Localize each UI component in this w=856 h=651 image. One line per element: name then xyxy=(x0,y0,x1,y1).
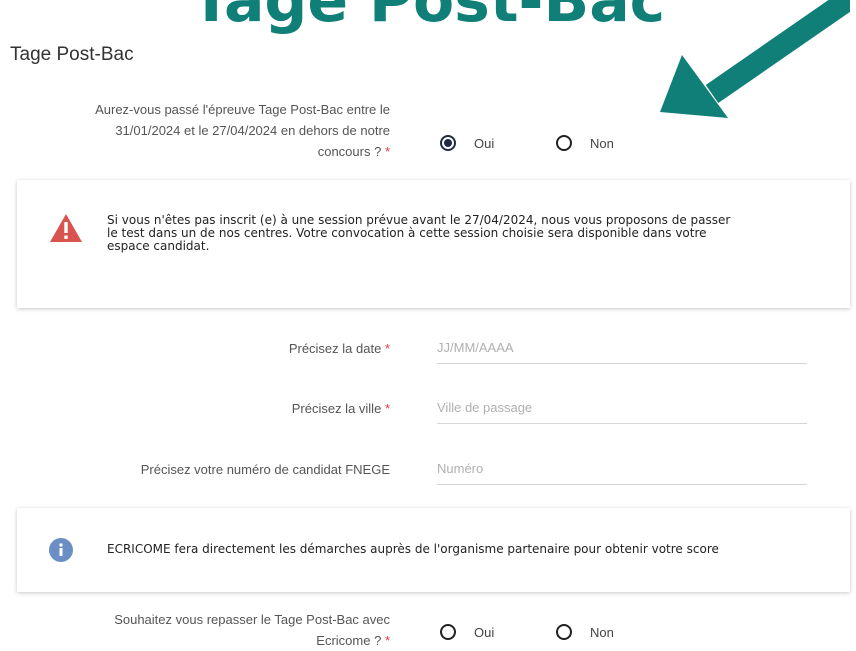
info-card: ECRICOME fera directement les démarches … xyxy=(17,508,850,592)
question-retake-tage: Souhaitez vous repasser le Tage Post-Bac… xyxy=(114,612,390,648)
radio-unselected-icon xyxy=(556,624,572,640)
date-label: Précisez la date * xyxy=(288,341,390,356)
warning-triangle-icon xyxy=(50,214,82,242)
radio-q1-non[interactable]: Non xyxy=(556,135,614,151)
info-message: ECRICOME fera directement les démarches … xyxy=(107,542,719,556)
candidate-number-label: Précisez votre numéro de candidat FNEGE xyxy=(140,462,390,477)
radio-unselected-icon xyxy=(556,135,572,151)
arrow-icon xyxy=(660,0,850,118)
radio-q2-non[interactable]: Non xyxy=(556,624,614,640)
radio-q2-oui[interactable]: Oui xyxy=(440,624,494,640)
radio-selected-icon xyxy=(440,135,456,151)
warning-card: Si vous n'êtes pas inscrit (e) à une ses… xyxy=(17,180,850,308)
radio-unselected-icon xyxy=(440,624,456,640)
info-icon xyxy=(49,538,73,562)
city-input[interactable] xyxy=(437,396,807,424)
city-label: Précisez la ville * xyxy=(291,401,390,416)
section-title: Tage Post-Bac xyxy=(10,44,134,65)
question-tage-passed: Aurez-vous passé l'épreuve Tage Post-Bac… xyxy=(95,102,390,159)
warning-message: Si vous n'êtes pas inscrit (e) à une ses… xyxy=(107,213,731,253)
candidate-number-input[interactable] xyxy=(437,457,807,485)
date-input[interactable] xyxy=(437,336,807,364)
radio-q1-oui[interactable]: Oui xyxy=(440,135,494,151)
